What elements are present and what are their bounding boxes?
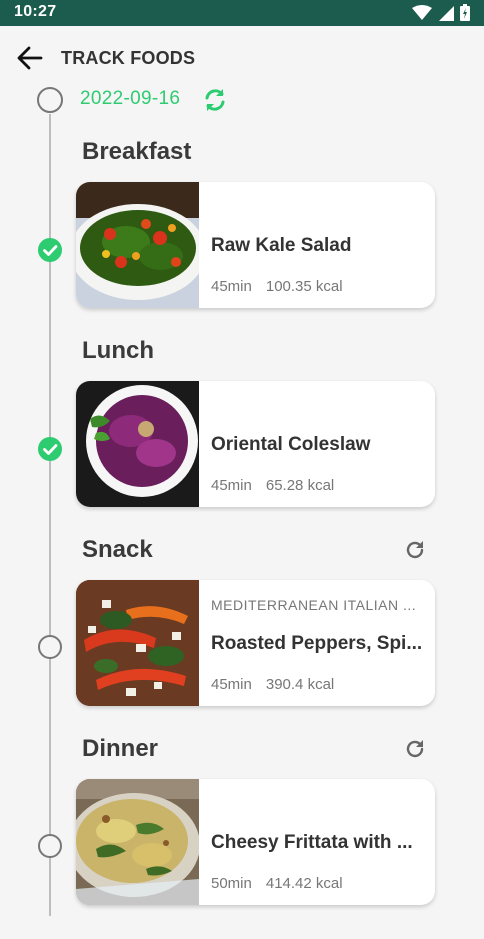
recipe-card-breakfast[interactable]: Raw Kale Salad 45min 100.35 kcal — [76, 182, 435, 308]
check-circle-icon — [38, 238, 62, 262]
status-time: 10:27 — [14, 3, 57, 20]
recipe-image — [76, 580, 199, 706]
meal-label-dinner: Dinner — [82, 735, 159, 762]
meal-label-snack: Snack — [82, 536, 153, 563]
recipe-time: 45min — [211, 477, 252, 494]
recipe-image — [76, 182, 199, 308]
recipe-info: Raw Kale Salad 45min 100.35 kcal — [211, 182, 425, 308]
page-title: TRACK FOODS — [61, 48, 196, 68]
wifi-icon — [412, 4, 432, 20]
date-label: 2022-09-16 — [80, 88, 181, 109]
recipe-meta: 45min 390.4 kcal — [211, 676, 334, 693]
recipe-card-lunch[interactable]: Oriental Coleslaw 45min 65.28 kcal — [76, 381, 435, 507]
recipe-kcal: 390.4 kcal — [265, 676, 335, 693]
recipe-name: Oriental Coleslaw — [211, 434, 371, 455]
recipe-card-snack[interactable]: MEDITERRANEAN ITALIAN ... Roasted Pepper… — [76, 580, 435, 706]
recipe-meta: 45min 65.28 kcal — [211, 477, 334, 494]
meal-label-lunch: Lunch — [82, 337, 154, 364]
cell-signal-icon — [439, 5, 454, 21]
recipe-time: 45min — [211, 278, 252, 295]
meal-label-breakfast: Breakfast — [82, 138, 192, 165]
check-circle-icon — [38, 437, 62, 461]
refresh-icon[interactable] — [403, 538, 427, 562]
recipe-info: Oriental Coleslaw 45min 65.28 kcal — [211, 381, 425, 507]
recipe-kcal: 100.35 kcal — [265, 278, 343, 295]
recipe-image — [76, 779, 199, 905]
date-node — [37, 87, 63, 113]
recipe-info: Cheesy Frittata with ... 50min 414.42 kca… — [211, 779, 425, 905]
app-bar: TRACK FOODS — [0, 26, 484, 88]
recipe-kcal: 414.42 kcal — [265, 875, 343, 892]
timeline-node — [38, 635, 62, 659]
recipe-name: Roasted Peppers, Spi... — [211, 633, 423, 654]
arrow-left-icon[interactable] — [14, 42, 46, 74]
refresh-icon[interactable] — [403, 737, 427, 761]
recipe-name: Cheesy Frittata with ... — [211, 832, 413, 853]
timeline-node — [38, 834, 62, 858]
sync-icon[interactable] — [202, 87, 228, 113]
status-bar: 10:27 — [0, 0, 484, 26]
recipe-time: 50min — [211, 875, 252, 892]
recipe-info: MEDITERRANEAN ITALIAN ... Roasted Pepper… — [211, 580, 425, 706]
recipe-meta: 50min 414.42 kcal — [211, 875, 343, 892]
timeline-line — [49, 114, 51, 916]
recipe-card-dinner[interactable]: Cheesy Frittata with ... 50min 414.42 kca… — [76, 779, 435, 905]
recipe-image — [76, 381, 199, 507]
recipe-meta: 45min 100.35 kcal — [211, 278, 343, 295]
recipe-cuisine: MEDITERRANEAN ITALIAN ... — [211, 597, 417, 613]
battery-icon — [460, 4, 470, 21]
recipe-kcal: 65.28 kcal — [265, 477, 335, 494]
recipe-time: 45min — [211, 676, 252, 693]
recipe-name: Raw Kale Salad — [211, 235, 352, 256]
